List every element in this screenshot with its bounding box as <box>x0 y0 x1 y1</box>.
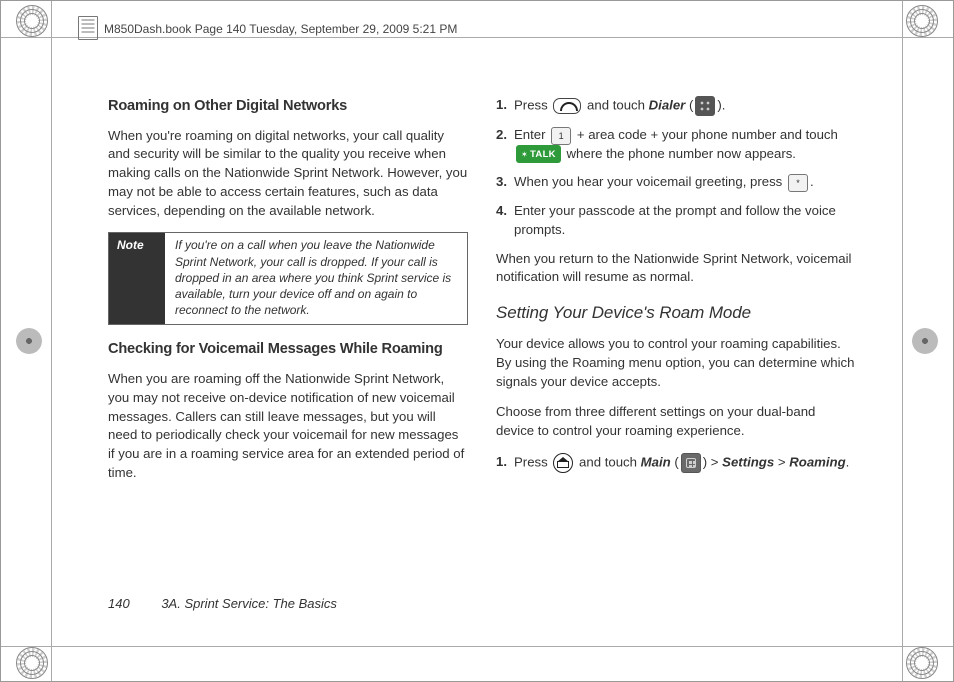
home-key-icon <box>553 453 573 473</box>
steps-voicemail: 1. Press and touch Dialer (). 2. Enter 1… <box>496 96 856 240</box>
registration-mark-top-left <box>16 5 48 37</box>
roam-step-1: 1. Press and touch Main () > Settings > … <box>514 453 856 473</box>
crop-line-top <box>1 37 953 38</box>
heading-voicemail-roaming: Checking for Voicemail Messages While Ro… <box>108 339 468 360</box>
column-right: 1. Press and touch Dialer (). 2. Enter 1… <box>496 96 856 616</box>
note-label: Note <box>109 233 165 324</box>
registration-mark-bottom-left <box>16 647 48 679</box>
talk-key-icon <box>553 98 581 114</box>
note-box: Note If you're on a call when you leave … <box>108 232 468 325</box>
crop-line-right <box>902 1 903 681</box>
registration-mark-side-right <box>912 328 938 354</box>
one-key-icon: 1 <box>551 127 571 145</box>
steps-roam-mode: 1. Press and touch Main () > Settings > … <box>496 453 856 473</box>
page-content: Roaming on Other Digital Networks When y… <box>108 96 858 616</box>
page-number: 140 <box>108 596 130 611</box>
note-text: If you're on a call when you leave the N… <box>165 233 467 324</box>
para-roam-mode-2: Choose from three different settings on … <box>496 403 856 440</box>
heading-roaming-networks: Roaming on Other Digital Networks <box>108 96 468 117</box>
para-return-network: When you return to the Nationwide Sprint… <box>496 250 856 287</box>
roaming-label: Roaming <box>789 454 845 469</box>
main-menu-icon <box>681 453 701 473</box>
step-4: 4. Enter your passcode at the prompt and… <box>514 202 856 239</box>
registration-mark-top-right <box>906 5 938 37</box>
registration-mark-bottom-right <box>906 647 938 679</box>
star-key-icon: * <box>788 174 808 192</box>
chapter-title: 3A. Sprint Service: The Basics <box>161 596 337 611</box>
heading-roam-mode: Setting Your Device's Roam Mode <box>496 301 856 325</box>
crop-line-left <box>51 1 52 681</box>
step-2: 2. Enter 1 + area code + your phone numb… <box>514 126 856 163</box>
para-roaming-networks: When you're roaming on digital networks,… <box>108 127 468 221</box>
settings-label: Settings <box>722 454 774 469</box>
registration-mark-side-left <box>16 328 42 354</box>
page-footer: 140 3A. Sprint Service: The Basics <box>108 596 337 611</box>
document-header: M850Dash.book Page 140 Tuesday, Septembe… <box>104 22 457 36</box>
dialer-label: Dialer <box>649 97 686 112</box>
talk-button-icon: TALK <box>516 145 561 163</box>
para-roam-mode-1: Your device allows you to control your r… <box>496 335 856 391</box>
dialer-icon <box>695 96 715 116</box>
document-icon <box>78 16 98 40</box>
para-voicemail-roaming: When you are roaming off the Nationwide … <box>108 370 468 482</box>
main-label: Main <box>641 454 671 469</box>
column-left: Roaming on Other Digital Networks When y… <box>108 96 468 616</box>
step-1: 1. Press and touch Dialer (). <box>514 96 856 116</box>
crop-line-bottom <box>1 646 953 647</box>
step-3: 3. When you hear your voicemail greeting… <box>514 173 856 192</box>
